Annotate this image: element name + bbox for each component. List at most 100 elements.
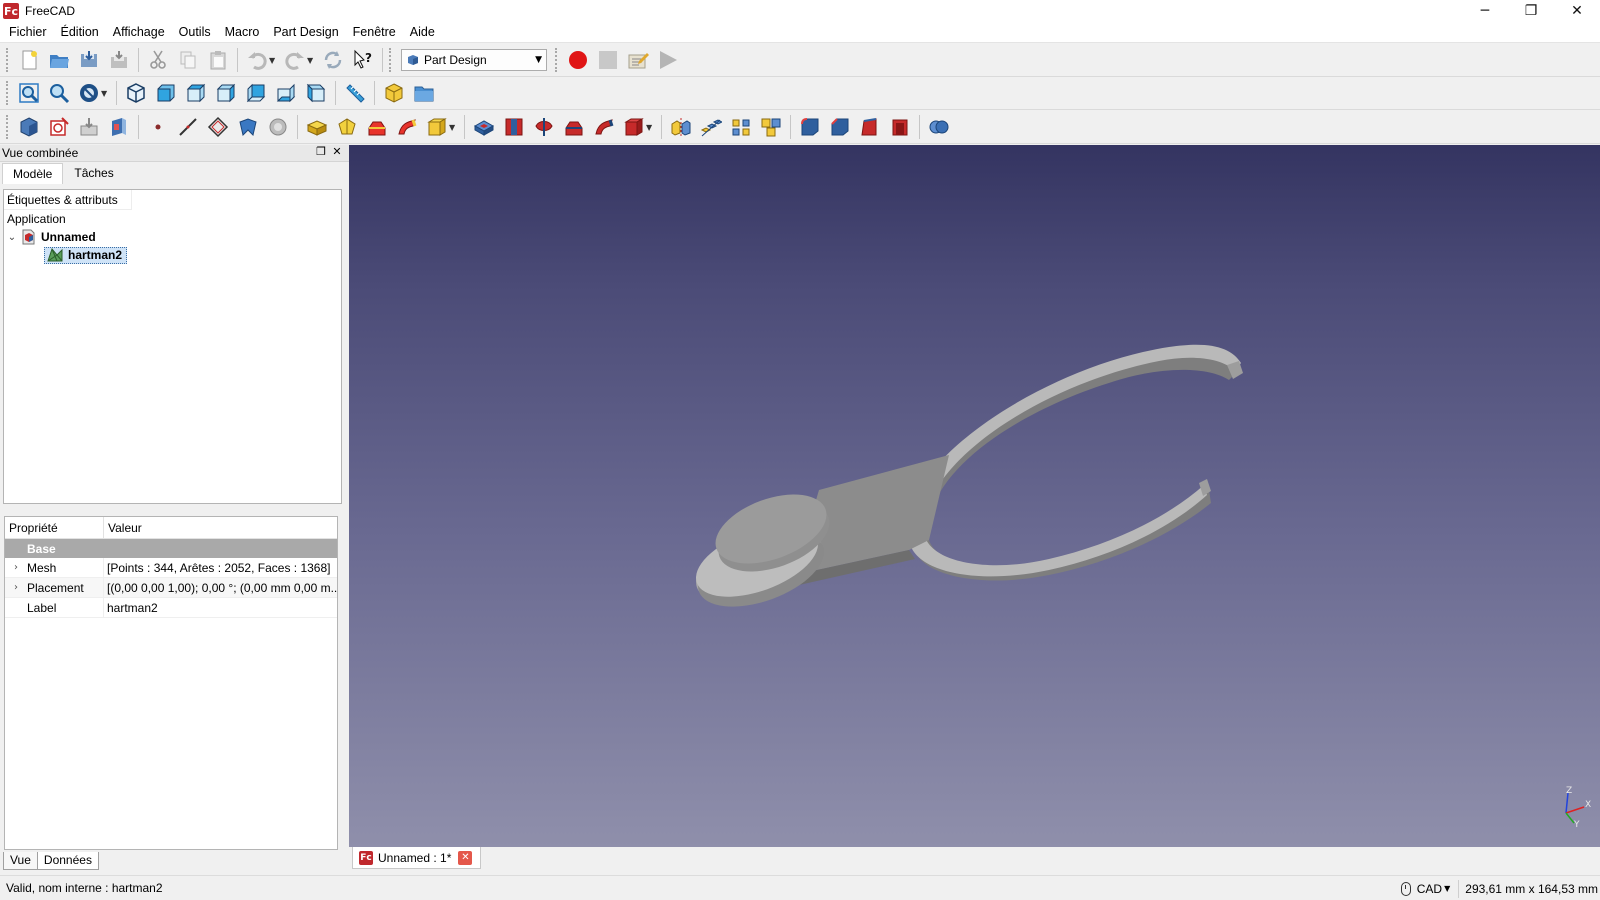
subtractive-pipe-button[interactable]: [590, 113, 618, 141]
pad-button[interactable]: [303, 113, 331, 141]
macro-edit-button[interactable]: [624, 46, 652, 74]
navigation-style-selector[interactable]: CAD ▼: [1400, 881, 1450, 896]
menu-affichage[interactable]: Affichage: [106, 22, 172, 43]
mesh-model-render[interactable]: [349, 145, 1600, 847]
property-group-base[interactable]: Base: [5, 539, 337, 558]
whats-this-button[interactable]: ?: [349, 46, 377, 74]
datum-line-button[interactable]: [174, 113, 202, 141]
menu-part-design[interactable]: Part Design: [266, 22, 345, 43]
redo-dropdown-icon[interactable]: ▼: [307, 56, 316, 65]
toolbar-grip[interactable]: [6, 115, 10, 139]
tab-donnees[interactable]: Données: [36, 852, 99, 870]
document-tab-unnamed[interactable]: Fc Unnamed : 1* ✕: [352, 847, 482, 869]
additive-loft-button[interactable]: [363, 113, 391, 141]
macro-run-button[interactable]: [654, 46, 682, 74]
cut-button[interactable]: [144, 46, 172, 74]
tree-column-header[interactable]: Étiquettes & attributs: [4, 190, 132, 210]
view-rear-button[interactable]: [242, 79, 270, 107]
property-row-label[interactable]: Label hartman2: [5, 598, 337, 618]
property-row-placement[interactable]: › Placement [(0,00 0,00 1,00); 0,00 °; (0…: [5, 578, 337, 598]
chevron-down-icon[interactable]: ⌄: [4, 232, 20, 243]
toolbar-grip[interactable]: [6, 81, 10, 105]
view-bottom-button[interactable]: [272, 79, 300, 107]
property-value[interactable]: hartman2: [104, 598, 337, 617]
datum-point-button[interactable]: [144, 113, 172, 141]
property-column-header[interactable]: Propriété: [5, 517, 104, 538]
view-isometric-button[interactable]: [122, 79, 150, 107]
3d-viewport[interactable]: Z X Y: [349, 145, 1600, 847]
boolean-button[interactable]: [925, 113, 953, 141]
groove-button[interactable]: [530, 113, 558, 141]
menu-macro[interactable]: Macro: [218, 22, 267, 43]
property-value[interactable]: [(0,00 0,00 1,00); 0,00 °; (0,00 mm 0,00…: [104, 578, 337, 597]
create-body-button[interactable]: [15, 113, 43, 141]
draft-button[interactable]: [856, 113, 884, 141]
polar-pattern-button[interactable]: [727, 113, 755, 141]
create-sketch-button[interactable]: [45, 113, 73, 141]
additive-pipe-button[interactable]: [393, 113, 421, 141]
hole-button[interactable]: [500, 113, 528, 141]
thickness-button[interactable]: [886, 113, 914, 141]
macro-stop-button[interactable]: [594, 46, 622, 74]
view-top-button[interactable]: [182, 79, 210, 107]
create-part-button[interactable]: [380, 79, 408, 107]
close-tab-icon[interactable]: ✕: [458, 850, 473, 865]
workbench-selector[interactable]: Part Design ▼: [401, 49, 547, 71]
fit-selection-button[interactable]: [45, 79, 73, 107]
subtractive-primitive-dropdown-icon[interactable]: ▼: [646, 123, 655, 132]
linear-pattern-button[interactable]: [697, 113, 725, 141]
save-button[interactable]: [75, 46, 103, 74]
additive-primitive-button[interactable]: [423, 113, 451, 141]
menu-fenetre[interactable]: Fenêtre: [346, 22, 403, 43]
chevron-right-icon[interactable]: ›: [5, 562, 27, 573]
selected-tree-item[interactable]: hartman2: [44, 246, 128, 264]
property-row-mesh[interactable]: › Mesh [Points : 344, Arêtes : 2052, Face…: [5, 558, 337, 578]
mirrored-button[interactable]: [667, 113, 695, 141]
multi-transform-button[interactable]: [757, 113, 785, 141]
undock-icon[interactable]: ❐: [313, 145, 329, 158]
measure-distance-button[interactable]: [341, 79, 369, 107]
restore-button[interactable]: ❐: [1508, 0, 1554, 22]
close-button[interactable]: ✕: [1554, 0, 1600, 22]
additive-primitive-dropdown-icon[interactable]: ▼: [449, 123, 458, 132]
close-icon[interactable]: ✕: [329, 145, 345, 158]
menu-aide[interactable]: Aide: [403, 22, 442, 43]
revolution-button[interactable]: [333, 113, 361, 141]
draw-style-button[interactable]: [75, 79, 103, 107]
open-button[interactable]: [45, 46, 73, 74]
clone-button[interactable]: [264, 113, 292, 141]
undo-button[interactable]: [243, 46, 271, 74]
datum-plane-button[interactable]: [204, 113, 232, 141]
view-left-button[interactable]: [302, 79, 330, 107]
fit-all-button[interactable]: [15, 79, 43, 107]
toolbar-grip[interactable]: [555, 48, 559, 72]
chevron-right-icon[interactable]: ›: [5, 582, 27, 593]
minimize-button[interactable]: ─: [1462, 0, 1508, 22]
validate-sketch-button[interactable]: [75, 113, 103, 141]
model-tree[interactable]: Étiquettes & attributs Application ⌄ Unn…: [3, 189, 342, 504]
new-document-button[interactable]: [15, 46, 43, 74]
macro-record-button[interactable]: [564, 46, 592, 74]
create-group-button[interactable]: [410, 79, 438, 107]
fillet-button[interactable]: [796, 113, 824, 141]
tree-object-row[interactable]: hartman2: [4, 246, 341, 264]
copy-button[interactable]: [174, 46, 202, 74]
paste-button[interactable]: [204, 46, 232, 74]
value-column-header[interactable]: Valeur: [104, 517, 142, 538]
tab-taches[interactable]: Tâches: [63, 162, 124, 184]
menu-fichier[interactable]: Fichier: [2, 22, 54, 43]
pocket-button[interactable]: [470, 113, 498, 141]
attach-sketch-button[interactable]: [105, 113, 133, 141]
menu-edition[interactable]: Édition: [54, 22, 106, 43]
chamfer-button[interactable]: [826, 113, 854, 141]
toolbar-grip[interactable]: [6, 48, 10, 72]
view-front-button[interactable]: [152, 79, 180, 107]
property-value[interactable]: [Points : 344, Arêtes : 2052, Faces : 13…: [104, 558, 337, 577]
tab-modele[interactable]: Modèle: [2, 163, 64, 184]
refresh-button[interactable]: [319, 46, 347, 74]
shape-binder-button[interactable]: [234, 113, 262, 141]
subtractive-loft-button[interactable]: [560, 113, 588, 141]
draw-style-dropdown-icon[interactable]: ▼: [101, 89, 110, 98]
undo-dropdown-icon[interactable]: ▼: [269, 56, 278, 65]
tree-document-row[interactable]: ⌄ Unnamed: [4, 228, 341, 246]
